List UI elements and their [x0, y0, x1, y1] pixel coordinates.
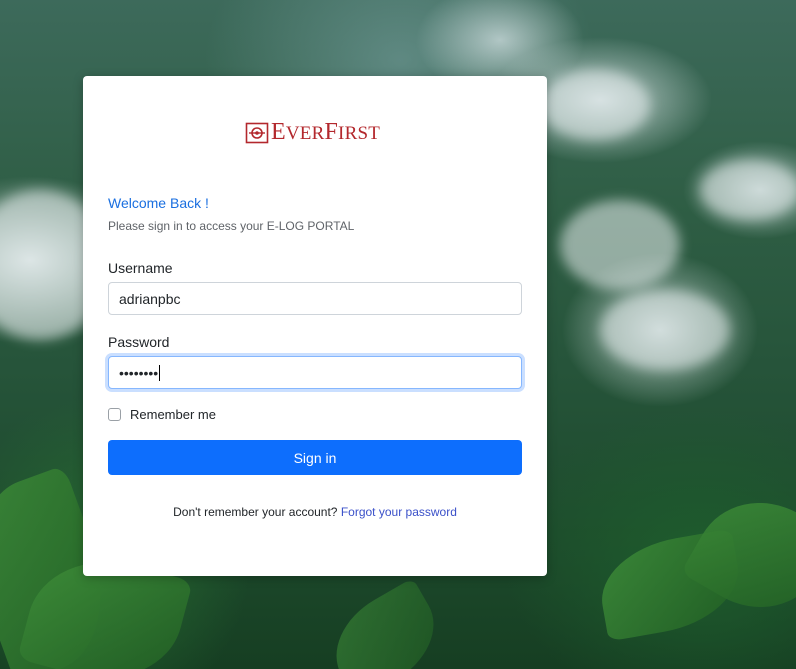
login-card: EVERFIRST Welcome Back ! Please sign in … [83, 76, 547, 576]
background-leaf [317, 577, 453, 669]
sign-in-button[interactable]: Sign in [108, 440, 522, 475]
username-label: Username [108, 260, 173, 276]
forgot-password-link[interactable]: Forgot your password [341, 505, 457, 519]
forgot-password-row: Don't remember your account? Forgot your… [83, 505, 547, 519]
remember-me-label: Remember me [130, 407, 216, 422]
remember-me-checkbox[interactable] [108, 408, 121, 421]
username-value: adrianpbc [119, 290, 181, 307]
password-value: •••••••• [119, 364, 159, 381]
welcome-heading: Welcome Back ! [108, 195, 209, 211]
brand-logo-text: EVERFIRST [271, 119, 381, 145]
brand-logo: EVERFIRST [245, 120, 380, 146]
background-mist [540, 70, 650, 140]
password-input[interactable]: •••••••• [108, 356, 522, 389]
password-label: Password [108, 334, 170, 350]
brand-logo-icon [245, 122, 269, 144]
username-input[interactable]: adrianpbc [108, 282, 522, 315]
remember-me[interactable]: Remember me [108, 407, 216, 422]
background-mist [560, 200, 680, 290]
forgot-password-prompt: Don't remember your account? [173, 505, 338, 519]
login-subtitle: Please sign in to access your E-LOG PORT… [108, 219, 355, 233]
background-mist [700, 160, 796, 220]
text-caret [159, 364, 161, 381]
background-mist [600, 290, 730, 370]
